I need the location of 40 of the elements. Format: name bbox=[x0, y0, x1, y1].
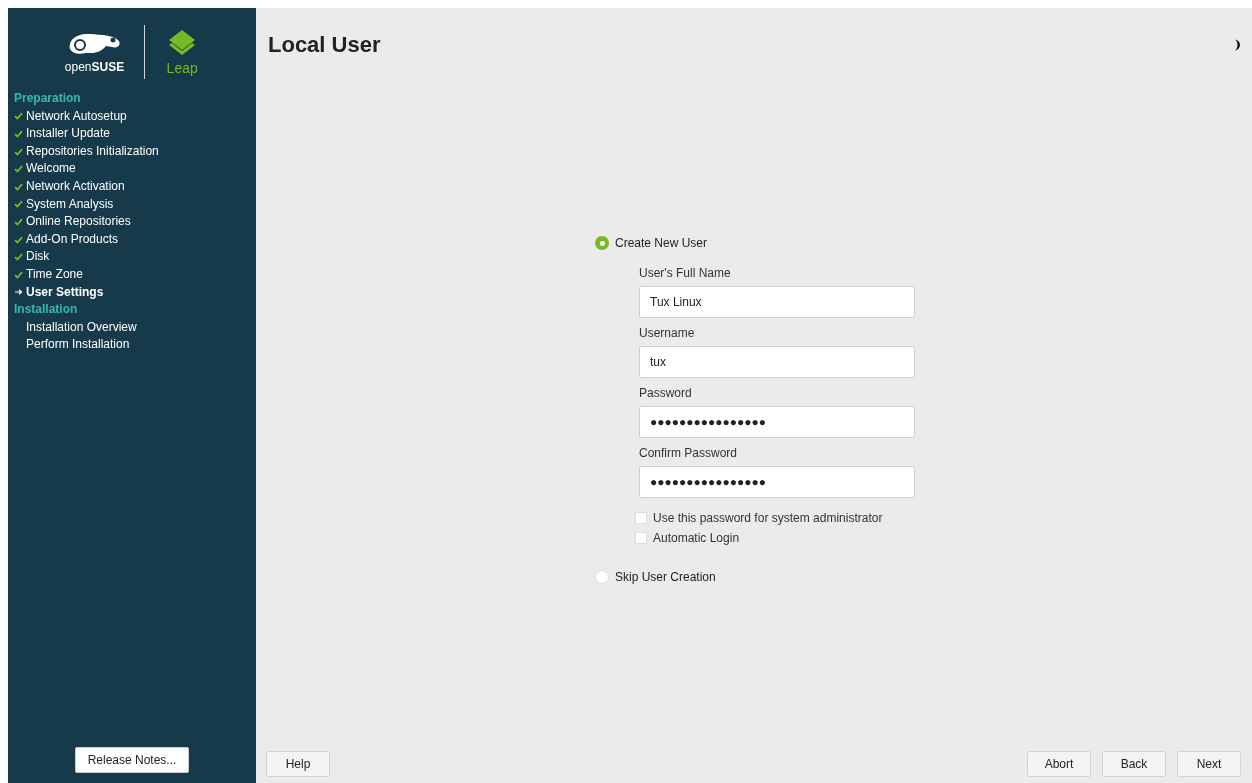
input-field[interactable]: Tux Linux bbox=[639, 286, 915, 318]
radio-label: Skip User Creation bbox=[615, 569, 716, 586]
step-label: User Settings bbox=[26, 283, 104, 301]
release-notes-button[interactable]: Release Notes... bbox=[74, 747, 190, 773]
step-label: Welcome bbox=[26, 160, 76, 178]
moon-icon[interactable] bbox=[1233, 38, 1242, 51]
field-label: Username bbox=[639, 325, 696, 342]
next-button[interactable]: Next bbox=[1177, 751, 1241, 777]
radio-button[interactable] bbox=[595, 236, 609, 250]
radio-button[interactable] bbox=[595, 570, 609, 584]
step-label: Network Activation bbox=[26, 177, 125, 195]
field-label: Confirm Password bbox=[639, 445, 739, 462]
help-button[interactable]: Help bbox=[266, 751, 330, 777]
step-label: Network Autosetup bbox=[26, 107, 127, 125]
step-label: Time Zone bbox=[26, 265, 83, 283]
checkbox[interactable] bbox=[635, 532, 647, 544]
checkbox-label: Automatic Login bbox=[653, 530, 740, 547]
back-button[interactable]: Back bbox=[1102, 751, 1166, 777]
radio-label: Create New User bbox=[615, 235, 708, 252]
checkbox[interactable] bbox=[635, 512, 647, 524]
step-label: Disk bbox=[26, 248, 50, 266]
step-label: System Analysis bbox=[26, 195, 114, 213]
section-heading: Installation bbox=[14, 301, 79, 319]
step-label: Installer Update bbox=[26, 125, 111, 143]
step-label: Perform Installation bbox=[26, 336, 130, 354]
brand-name: openSUSE bbox=[64, 61, 125, 73]
checkbox-label: Use this password for system administrator bbox=[653, 510, 883, 527]
abort-button[interactable]: Abort bbox=[1027, 751, 1091, 777]
section-heading: Preparation bbox=[14, 90, 82, 107]
page-title: Local User bbox=[268, 31, 381, 59]
step-label: Installation Overview bbox=[26, 318, 137, 336]
field-label: User's Full Name bbox=[639, 265, 732, 282]
product-name: Leap bbox=[166, 61, 198, 75]
step-label: Add-On Products bbox=[26, 230, 119, 248]
field-label: Password bbox=[639, 385, 693, 402]
input-field[interactable]: ●●●●●●●●●●●●●●●● bbox=[639, 466, 915, 498]
step-label: Online Repositories bbox=[26, 213, 131, 231]
input-field[interactable]: tux bbox=[639, 346, 915, 378]
step-label: Repositories Initialization bbox=[26, 142, 159, 160]
input-field[interactable]: ●●●●●●●●●●●●●●●● bbox=[639, 406, 915, 438]
